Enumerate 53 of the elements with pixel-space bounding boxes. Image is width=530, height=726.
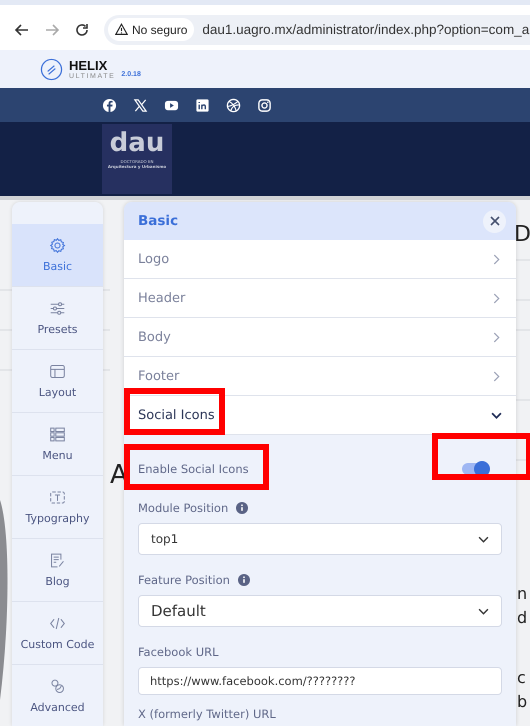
camera-icon[interactable] [257,98,272,112]
info-icon[interactable] [236,502,248,514]
background-text: D [514,224,530,246]
field-label: Feature Position [138,573,230,587]
background-text: c [517,670,526,686]
field-label: Facebook URL [138,645,220,659]
select-dropdown[interactable]: Default [138,595,502,627]
panel-title: Basic [138,213,178,229]
reload-icon[interactable] [74,22,90,38]
accordion-row[interactable]: Footer [124,357,516,396]
helix-logo-icon [40,58,63,80]
background-text: n [517,586,528,602]
field-label: X (formerly Twitter) URL [138,707,277,721]
address-bar[interactable]: No seguro dau1.uagro.mx/administrator/index.php?option=com_a [104,14,530,44]
select-dropdown[interactable]: top1 [138,523,502,555]
accordion-row[interactable]: Logo [124,240,516,279]
accordion-row[interactable]: Body [124,318,516,357]
back-arrow-icon[interactable] [14,22,30,38]
gears-icon [49,678,66,695]
url-text: dau1.uagro.mx/administrator/index.php?option=com_a [202,22,530,37]
accordion-row[interactable]: Header [124,279,516,318]
linkedin-icon[interactable] [195,98,210,112]
basketball-icon[interactable] [226,98,241,112]
sidebar-tab[interactable]: Layout [12,350,103,413]
sidebar-tab[interactable]: Blog [12,539,103,602]
facebook-icon[interactable] [102,98,117,112]
close-icon [490,216,500,226]
list-icon [49,426,66,443]
x-logo-icon[interactable] [133,98,148,112]
sidebar-tab[interactable]: Basic [12,224,103,287]
url-input-field[interactable]: https://www.facebook.com/???????? [138,667,502,695]
text-box-icon [49,489,66,506]
brand-name: HELIX [69,58,108,73]
security-chip[interactable]: No seguro [108,18,194,41]
sidebar-tab[interactable]: Menu [12,413,103,476]
sidebar-tab[interactable]: Presets [12,287,103,350]
field-label: Enable Social Icons [138,462,249,476]
logo-wordmark: dau [110,128,164,160]
code-icon [49,615,66,632]
info-icon[interactable] [238,574,250,586]
sidebar-tab[interactable]: Advanced [12,665,103,726]
document-pen-icon [49,552,66,569]
layout-icon [49,363,66,380]
background-text: d [517,610,528,626]
gear-icon [49,237,66,254]
sidebar-tab[interactable]: Custom Code [12,602,103,665]
warning-icon [115,23,128,36]
background-text: b [517,694,528,710]
field-label: Module Position [138,501,228,515]
sliders-icon [49,300,66,317]
toggle-switch[interactable] [462,463,488,475]
close-button[interactable] [483,210,506,232]
sidebar-tab[interactable]: Typography [12,476,103,539]
